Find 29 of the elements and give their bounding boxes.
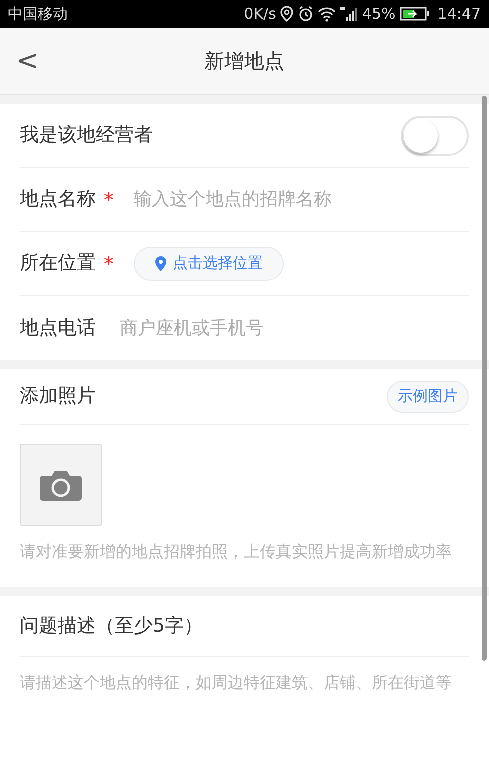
signal-icon — [340, 6, 358, 22]
field-label: 地点名称 — [20, 187, 96, 212]
description-field[interactable]: 请描述这个地点的特征，如周边特征建筑、店铺、所在街道等 — [20, 671, 469, 728]
example-photo-button[interactable]: 示例图片 — [387, 380, 469, 412]
add-photo-button[interactable] — [20, 444, 102, 526]
alarm-icon — [298, 6, 314, 22]
field-label: 所在位置 — [20, 251, 96, 276]
required-mark: * — [104, 186, 114, 214]
battery-icon — [400, 6, 430, 22]
input-field[interactable]: 商户座机或手机号 — [118, 314, 469, 342]
location-button[interactable]: 点击选择位置 — [134, 246, 284, 280]
section-title: 添加照片 — [20, 384, 96, 410]
required-mark: * — [104, 250, 114, 278]
section-title: 问题描述（至少5字） — [20, 614, 204, 639]
carrier-name: 中国移动 — [8, 4, 68, 25]
battery-percent: 45% — [362, 4, 396, 25]
map-pin-icon — [155, 256, 167, 272]
page-title: 新增地点 — [204, 48, 284, 75]
back-button[interactable]: < — [12, 47, 44, 75]
photo-hint: 请对准要新增的地点招牌拍照，上传真实照片提高新增成功率 — [20, 541, 453, 563]
toggle-switch[interactable] — [401, 116, 469, 156]
field-label: 地点电话 — [20, 316, 96, 341]
wifi-icon — [318, 6, 336, 22]
network-speed: 0K/s — [244, 4, 276, 25]
location-icon — [280, 6, 294, 22]
camera-icon — [40, 468, 82, 502]
input-field[interactable]: 输入这个地点的招牌名称 — [132, 185, 469, 214]
clock-time: 14:47 — [438, 4, 481, 25]
field-label: 我是该地经营者 — [20, 123, 153, 148]
